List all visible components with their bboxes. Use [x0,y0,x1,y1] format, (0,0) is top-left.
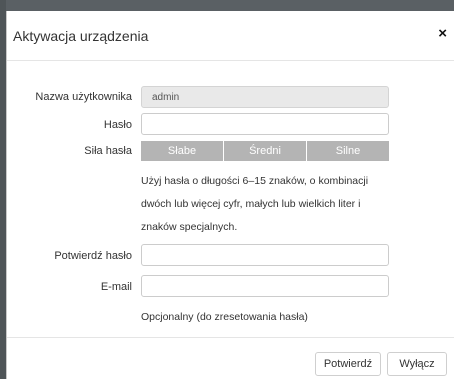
strength-medium: Średni [224,141,306,161]
email-field[interactable] [141,275,389,297]
dialog-header: Aktywacja urządzenia × [7,11,454,61]
password-field[interactable] [141,113,389,135]
activation-dialog: Aktywacja urządzenia × Nazwa użytkownika… [6,11,454,379]
strength-label: Siła hasła [84,145,132,157]
confirm-button[interactable]: Potwierdź [315,352,381,376]
password-hint-line: dwóch lub więcej cyfr, małych lub wielki… [141,198,361,210]
footer-divider [7,337,454,338]
password-hint-line: znaków specjalnych. [141,221,238,233]
password-strength-meter: Słabe Średni Silne [141,141,389,161]
email-label: E-mail [100,281,132,293]
username-field[interactable] [141,86,389,108]
username-label: Nazwa użytkownika [35,91,132,103]
email-hint: Opcjonalny (do zresetowania hasła) [141,311,308,323]
password-label: Hasło [103,119,132,131]
close-icon[interactable]: × [438,25,447,42]
confirm-password-label: Potwierdź hasło [54,250,132,262]
disable-button[interactable]: Wyłącz [387,352,447,376]
password-hint-line: Użyj hasła o długości 6–15 znaków, o kom… [141,175,369,187]
confirm-password-field[interactable] [141,244,389,266]
dialog-title: Aktywacja urządzenia [13,28,149,44]
strength-strong: Silne [307,141,389,161]
strength-weak: Słabe [141,141,223,161]
